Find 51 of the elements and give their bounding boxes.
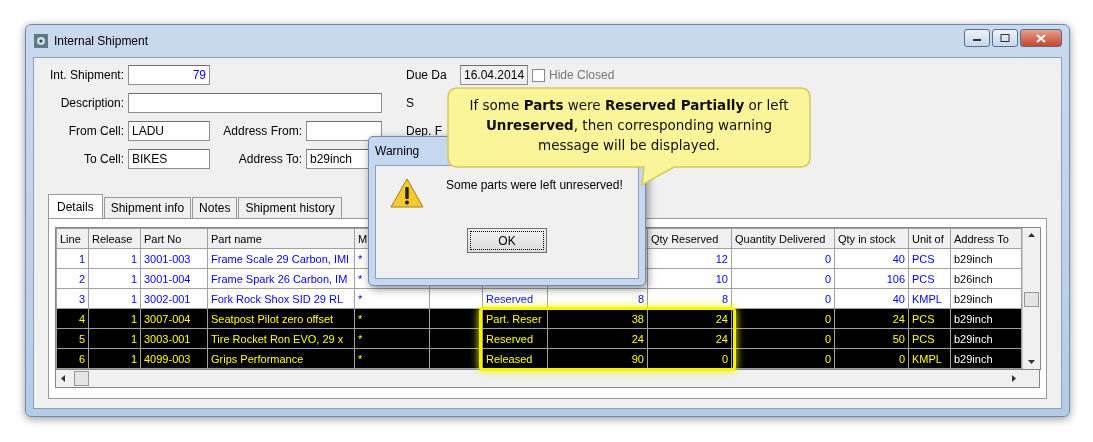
column-header[interactable]: Part name bbox=[207, 228, 355, 249]
input-field[interactable]: LADU bbox=[128, 121, 210, 141]
ok-button[interactable]: OK bbox=[467, 228, 547, 253]
column-header[interactable]: Quantity Delivered bbox=[731, 228, 835, 249]
column-header[interactable]: Release bbox=[88, 228, 141, 249]
scroll-thumb[interactable] bbox=[74, 371, 89, 386]
field-label: Int. Shipment: bbox=[48, 68, 124, 82]
field-label: S bbox=[406, 96, 415, 110]
column-header[interactable]: Qty in stock bbox=[834, 228, 909, 249]
column-header[interactable]: Qty Reserved bbox=[647, 228, 732, 249]
input-field[interactable]: 79 bbox=[128, 65, 210, 85]
tab[interactable]: Details bbox=[48, 194, 103, 219]
column-header[interactable]: Part No bbox=[140, 228, 208, 249]
checkbox[interactable] bbox=[532, 68, 545, 82]
scroll-thumb[interactable] bbox=[1024, 292, 1039, 307]
window-title: Internal Shipment bbox=[54, 34, 149, 48]
tab[interactable]: Shipment info bbox=[103, 197, 192, 218]
input-field[interactable] bbox=[128, 93, 382, 113]
field-label: Address To: bbox=[237, 152, 302, 166]
column-header[interactable]: Line bbox=[56, 228, 89, 249]
table-cell: 4 bbox=[56, 308, 89, 329]
minimize-button[interactable] bbox=[964, 29, 990, 47]
table-cell: 3 bbox=[56, 288, 89, 309]
table-cell: 1 bbox=[56, 248, 89, 269]
input-field[interactable]: BIKES bbox=[128, 149, 210, 169]
field-label: Due Da bbox=[406, 68, 448, 82]
field-label: Address From: bbox=[222, 124, 302, 138]
tab[interactable]: Notes bbox=[192, 197, 238, 218]
maximize-icon bbox=[1000, 34, 1010, 42]
field-label: Dep. F bbox=[406, 124, 443, 138]
column-header[interactable]: Unit of bbox=[908, 228, 951, 249]
horizontal-scrollbar[interactable] bbox=[55, 370, 1040, 388]
vertical-scrollbar[interactable] bbox=[1022, 228, 1040, 369]
dialog-message: Some parts were left unreserved! bbox=[446, 178, 623, 192]
warning-icon bbox=[390, 178, 424, 208]
table-cell: 6 bbox=[56, 348, 89, 369]
table-cell: 2 bbox=[56, 268, 89, 289]
app-icon bbox=[33, 33, 49, 49]
callout-text: If some Parts were Reserved Partially or left Unreserved, then corresponding warning message will be displayed. bbox=[468, 96, 790, 155]
maximize-button[interactable] bbox=[992, 29, 1018, 47]
checkbox-label: Hide Closed bbox=[549, 68, 615, 82]
close-button[interactable] bbox=[1020, 29, 1062, 47]
date-field[interactable]: 16.04.2014 bbox=[460, 65, 528, 85]
table-cell: 5 bbox=[56, 328, 89, 349]
tab[interactable]: Shipment history bbox=[238, 197, 342, 218]
column-header[interactable]: Address To bbox=[950, 228, 1022, 249]
close-icon bbox=[1036, 33, 1046, 43]
field-label: To Cell: bbox=[83, 152, 124, 166]
input-field[interactable] bbox=[306, 121, 382, 141]
field-label: Description: bbox=[59, 96, 124, 110]
field-label: From Cell: bbox=[67, 124, 124, 138]
